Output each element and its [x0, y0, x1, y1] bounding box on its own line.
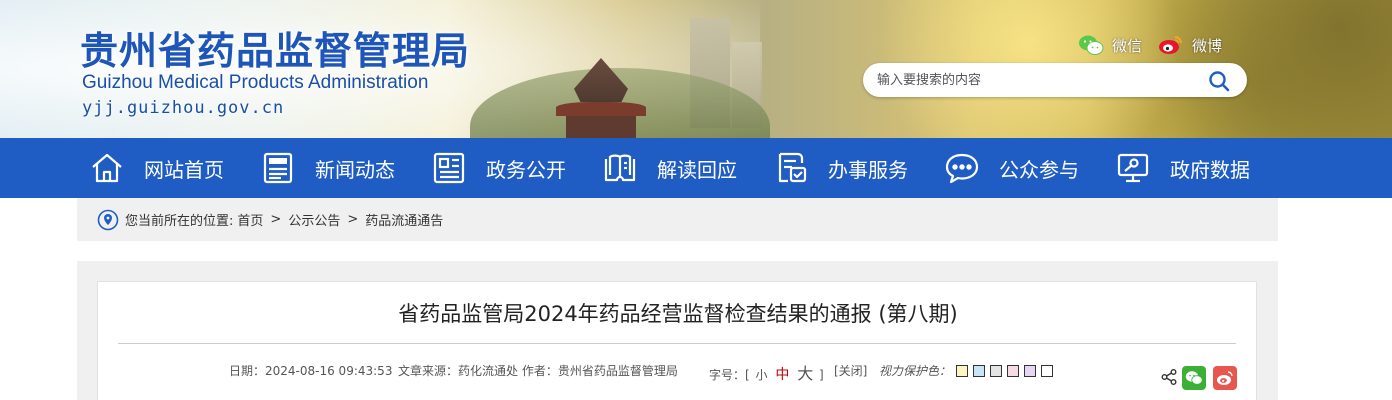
font-large-button[interactable]: 大: [797, 364, 813, 383]
nav-item-service[interactable]: 办事服务: [774, 138, 908, 198]
search-icon[interactable]: [1207, 69, 1231, 93]
swatch-gray[interactable]: [990, 364, 1003, 377]
swatch-white[interactable]: [1041, 364, 1054, 377]
breadcrumb-current[interactable]: 药品流通通告: [365, 210, 443, 229]
nav-label: 网站首页: [144, 157, 224, 182]
nav-item-home[interactable]: 网站首页: [90, 138, 224, 198]
font-size-label: 字号：[: [709, 368, 750, 382]
location-pin-icon: [97, 209, 119, 230]
share-icon[interactable]: [1160, 368, 1178, 386]
font-size-close-bracket: ]: [819, 368, 824, 382]
nav-item-participate[interactable]: 公众参与: [945, 138, 1079, 198]
article-date: 日期：2024-08-16 09:43:53: [229, 364, 393, 378]
weibo-icon: [1159, 36, 1182, 54]
eye-care-label: 视力保护色：: [879, 364, 952, 378]
wechat-icon: [1079, 35, 1104, 55]
chat-icon: [945, 153, 979, 184]
share-wechat-button[interactable]: [1182, 366, 1206, 390]
close-button[interactable]: [关闭]: [834, 362, 867, 379]
document-icon: [433, 152, 465, 184]
nav-label: 政府数据: [1170, 157, 1250, 182]
site-title-en: Guizhou Medical Products Administration: [82, 72, 429, 93]
site-banner: 贵州省药品监督管理局 Guizhou Medical Products Admi…: [0, 0, 1392, 138]
site-title[interactable]: 贵州省药品监督管理局: [80, 20, 470, 75]
wechat-icon: [1185, 371, 1203, 385]
article-title: 省药品监管局2024年药品经营监督检查结果的通报 (第八期): [398, 302, 958, 326]
nav-label: 公众参与: [999, 157, 1079, 182]
breadcrumb-separator: >: [270, 212, 282, 227]
breadcrumb-prefix: 您当前所在的位置:: [125, 214, 234, 229]
main-nav: 网站首页 新闻动态 政务公开 解读回应 办事服务 公众参与 政府数据: [0, 138, 1392, 198]
article-panel: 省药品监管局2024年药品经营监督检查结果的通报 (第八期) 日期：2024-0…: [97, 281, 1257, 400]
eye-care-control: 视力保护色：: [879, 362, 1054, 379]
article-source: 文章来源：药化流通处 作者：贵州省药品监督管理局: [398, 364, 678, 378]
nav-label: 新闻动态: [315, 157, 395, 182]
breadcrumb: 您当前所在的位置: 首页 > 公示公告 > 药品流通通告: [77, 198, 1278, 241]
nav-item-news[interactable]: 新闻动态: [261, 138, 395, 198]
share-weibo-button[interactable]: [1213, 366, 1237, 390]
nav-item-gov-open[interactable]: 政务公开: [432, 138, 566, 198]
font-medium-button[interactable]: 中: [775, 367, 789, 383]
nav-label: 办事服务: [828, 157, 908, 182]
wechat-label: 微信: [1112, 36, 1143, 55]
search-box: [863, 63, 1247, 97]
breadcrumb-separator: >: [347, 212, 359, 227]
swatch-yellow[interactable]: [956, 364, 969, 377]
weibo-link[interactable]: 微博: [1158, 34, 1222, 56]
swatch-purple[interactable]: [1024, 364, 1037, 377]
nav-label: 政务公开: [486, 157, 566, 182]
swatch-pink[interactable]: [1007, 364, 1020, 377]
pavilion-mid: [556, 102, 646, 116]
nav-label: 解读回应: [657, 157, 737, 182]
font-small-button[interactable]: 小: [756, 368, 768, 382]
site-domain: yjj.guizhou.gov.cn: [82, 98, 285, 118]
news-icon: [263, 152, 293, 184]
book-icon: [604, 154, 636, 182]
nav-item-interpret[interactable]: 解读回应: [603, 138, 737, 198]
title-divider: [118, 343, 1236, 344]
nav-item-gov-data[interactable]: 政府数据: [1116, 138, 1250, 198]
swatch-blue[interactable]: [973, 364, 986, 377]
wechat-link[interactable]: 微信: [1078, 34, 1142, 56]
data-icon: [1117, 153, 1149, 183]
pavilion-base: [566, 116, 636, 138]
breadcrumb-notices[interactable]: 公示公告: [288, 210, 340, 229]
font-size-control: 字号：[ 小 中 大 ]: [709, 360, 824, 384]
weibo-icon: [1217, 371, 1233, 385]
breadcrumb-home[interactable]: 首页: [237, 210, 263, 229]
weibo-label: 微博: [1192, 36, 1223, 55]
service-icon: [778, 152, 807, 183]
home-icon: [92, 153, 122, 183]
search-input[interactable]: [877, 70, 1177, 90]
